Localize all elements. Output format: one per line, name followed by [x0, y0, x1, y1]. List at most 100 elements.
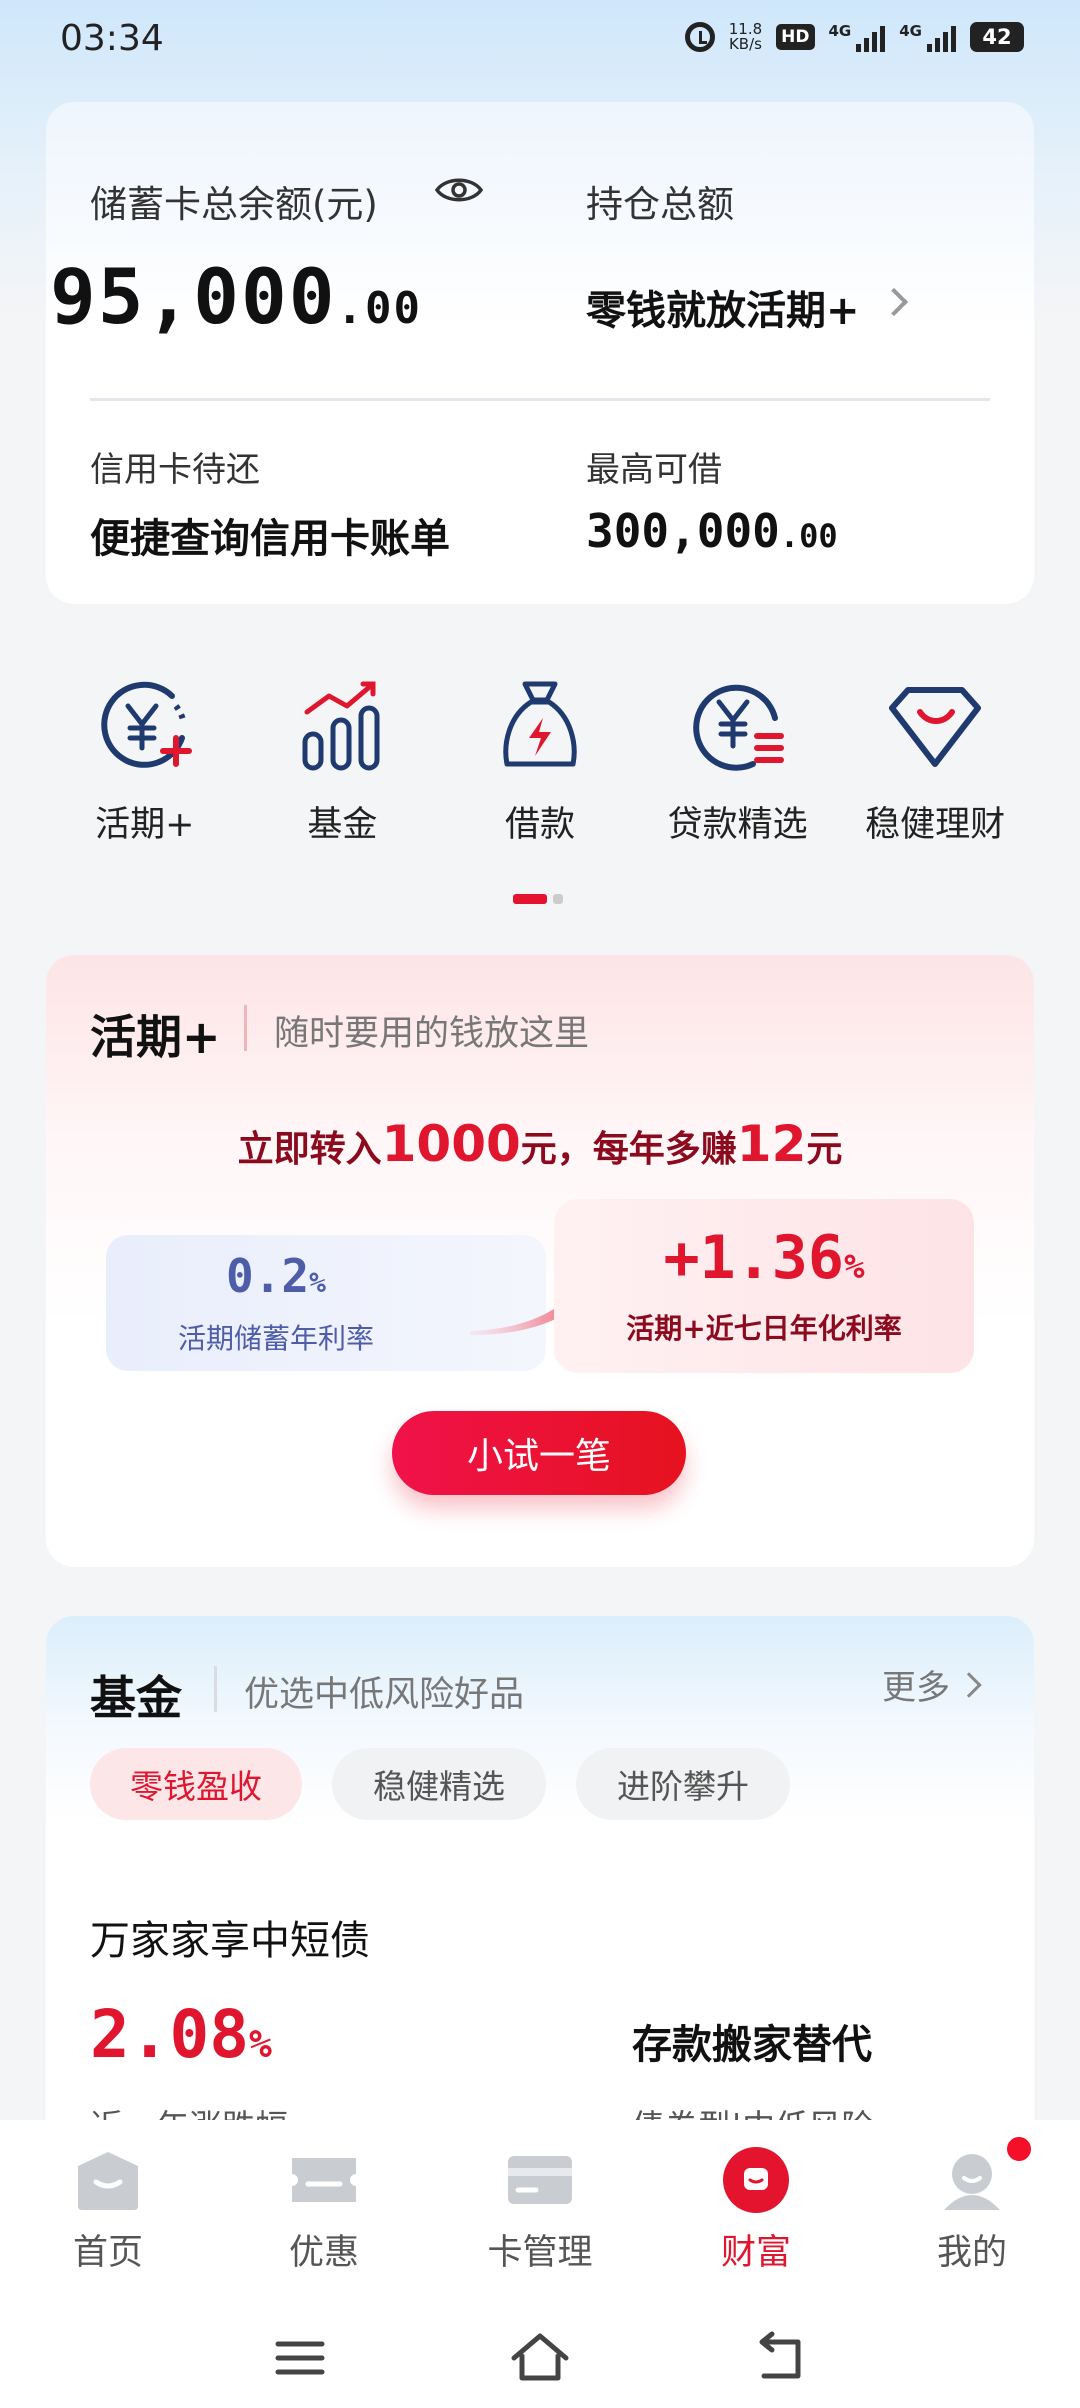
- promo-part: 立即转入: [237, 1129, 382, 1170]
- nav-label: 卡管理: [487, 2233, 593, 2273]
- savings-balance-label: 储蓄卡总余额(元): [90, 183, 378, 226]
- divider: [90, 398, 990, 401]
- yuan-list-icon: [692, 684, 784, 771]
- plus-rate-box: +1.36% 活期+近七日年化利率: [554, 1199, 974, 1373]
- signal-icon: 4G: [829, 22, 886, 52]
- plus-rate-label: 活期+近七日年化利率: [626, 1312, 902, 1345]
- holdings-link[interactable]: 零钱就放活期+: [586, 278, 860, 336]
- page-dot-active: [513, 894, 547, 904]
- card-subtitle: 优选中低风险好品: [244, 1675, 525, 1715]
- fund-card: 基金 优选中低风险好品 更多 零钱盈收 稳健精选 进阶攀升 万家家享中短债 2.…: [46, 1616, 1034, 2146]
- quick-action-label: 基金: [307, 805, 378, 845]
- quick-action-stable-wealth[interactable]: 稳健理财: [836, 672, 1034, 852]
- money-bag-icon: [503, 681, 577, 767]
- network-speed: 11.8 KB/s: [729, 22, 762, 52]
- net-type-1: 4G: [828, 22, 852, 40]
- quick-actions: 活期+ 基金 借款 贷款精选 稳健理财: [46, 672, 1034, 852]
- notification-dot: [1004, 2134, 1034, 2164]
- quick-action-huoqi[interactable]: 活期+: [46, 672, 244, 852]
- quick-action-label: 借款: [504, 805, 575, 845]
- nav-card-manage[interactable]: 卡管理: [432, 2120, 648, 2310]
- status-time: 03:34: [60, 18, 164, 59]
- promo-part: 元，每年多赚: [520, 1129, 737, 1170]
- title-divider: [244, 1005, 247, 1051]
- hd-badge: HD: [776, 24, 815, 50]
- card-subtitle: 随时要用的钱放这里: [274, 1014, 590, 1054]
- nav-label: 我的: [936, 2233, 1007, 2273]
- home-button-icon[interactable]: [508, 2326, 572, 2390]
- try-it-button[interactable]: 小试一笔: [392, 1411, 686, 1495]
- promo-amount: 1000: [381, 1115, 521, 1173]
- shield-icon: [889, 687, 982, 767]
- promo-earn: 12: [736, 1115, 807, 1173]
- plus-rate: +1.36%: [554, 1223, 974, 1293]
- promo-part: 元: [806, 1129, 843, 1170]
- tab-stable[interactable]: 稳健精选: [332, 1748, 546, 1820]
- chevron-right-icon: [879, 287, 909, 317]
- credit-card-label: 信用卡待还: [90, 450, 260, 490]
- nav-offers[interactable]: 优惠: [216, 2120, 432, 2310]
- eye-icon[interactable]: [434, 174, 484, 206]
- nav-mine[interactable]: 我的: [864, 2120, 1080, 2310]
- savings-amount-int: 95,000: [50, 252, 337, 341]
- borrow-amount-int: 300,000: [586, 504, 780, 558]
- max-borrow-amount[interactable]: 300,000.00: [586, 504, 838, 558]
- chevron-right-icon[interactable]: [956, 1672, 982, 1698]
- promo-text: 立即转入1000元，每年多赚12元: [46, 1115, 1034, 1173]
- fund-rate-value: 2.08: [90, 1996, 249, 2073]
- quick-action-loan-selection[interactable]: 贷款精选: [639, 672, 837, 852]
- nav-label: 首页: [72, 2233, 143, 2273]
- alarm-icon: [684, 22, 715, 52]
- net-type-2: 4G: [899, 22, 922, 40]
- fund-tag: 存款搬家替代: [632, 2022, 872, 2068]
- tab-small-change[interactable]: 零钱盈收: [90, 1748, 302, 1820]
- speed-unit: KB/s: [728, 35, 762, 53]
- base-rate: 0.2%: [106, 1249, 446, 1303]
- huoqi-plus-card[interactable]: 活期+ 随时要用的钱放这里 立即转入1000元，每年多赚12元 0.2% 活期储…: [46, 955, 1034, 1567]
- quick-action-label: 贷款精选: [667, 805, 808, 845]
- card-title: 活期+: [90, 1010, 221, 1064]
- plus-rate-value: +1.36: [663, 1223, 845, 1293]
- bar-chart-icon: [302, 681, 380, 771]
- bottom-nav: 首页 优惠 卡管理 财富 我的: [0, 2120, 1080, 2310]
- more-link[interactable]: 更多: [882, 1660, 950, 1709]
- nav-wealth[interactable]: 财富: [648, 2120, 864, 2310]
- ticket-icon: [292, 2158, 356, 2202]
- quick-action-loan[interactable]: 借款: [441, 672, 639, 852]
- account-summary-card: 储蓄卡总余额(元) 95,000.00 持仓总额 零钱就放活期+ 信用卡待还 便…: [46, 102, 1034, 604]
- nav-label: 优惠: [288, 2233, 359, 2273]
- user-icon: [944, 2154, 1000, 2210]
- fund-rate-unit: %: [248, 2022, 272, 2066]
- savings-balance-amount: 95,000.00: [50, 252, 422, 341]
- system-nav-bar: [0, 2310, 1080, 2408]
- base-rate-label: 活期储蓄年利率: [177, 1322, 374, 1355]
- borrow-amount-dec: .00: [779, 517, 838, 555]
- quick-action-label: 稳健理财: [865, 805, 1006, 845]
- tab-advanced[interactable]: 进阶攀升: [576, 1748, 790, 1820]
- credit-card-bill-link[interactable]: 便捷查询信用卡账单: [90, 506, 450, 564]
- fund-product-name[interactable]: 万家家享中短债: [90, 1908, 370, 1966]
- holdings-label: 持仓总额: [586, 183, 734, 226]
- page-dot: [553, 894, 563, 904]
- nav-home[interactable]: 首页: [0, 2120, 216, 2310]
- back-icon[interactable]: [748, 2326, 812, 2390]
- quick-action-fund[interactable]: 基金: [244, 672, 442, 852]
- home-icon: [78, 2152, 138, 2210]
- status-icons: 11.8 KB/s HD 4G 4G 42: [684, 22, 1024, 52]
- fund-rate: 2.08%: [90, 1996, 272, 2073]
- title-divider: [214, 1666, 217, 1712]
- nav-label: 财富: [720, 2233, 791, 2273]
- card-icon: [508, 2156, 572, 2204]
- wealth-icon: [723, 2147, 789, 2213]
- max-borrow-label: 最高可借: [586, 450, 722, 490]
- page-indicator: [513, 894, 563, 904]
- battery-icon: 42: [970, 22, 1024, 52]
- status-bar: 03:34 11.8 KB/s HD 4G 4G 42: [0, 0, 1080, 84]
- plus-rate-unit: %: [844, 1247, 865, 1287]
- savings-amount-dec: .00: [336, 283, 423, 334]
- base-rate-unit: %: [309, 1266, 326, 1299]
- signal-icon: 4G: [899, 22, 956, 52]
- quick-action-label: 活期+: [95, 805, 195, 845]
- menu-icon[interactable]: [268, 2326, 332, 2390]
- yuan-plus-icon: [101, 681, 192, 768]
